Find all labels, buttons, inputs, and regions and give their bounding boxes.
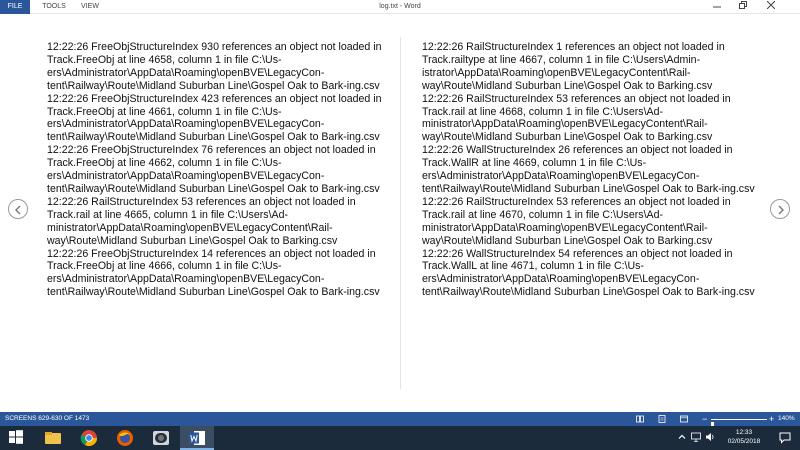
print-layout-icon[interactable] [658, 415, 666, 423]
log-entry: 12:22:26 FreeObjStructureIndex 14 refere… [47, 247, 380, 299]
left-column: 12:22:26 FreeObjStructureIndex 930 refer… [47, 41, 387, 299]
notification-icon [779, 432, 791, 444]
start-button[interactable] [0, 426, 34, 450]
chevron-left-icon [15, 205, 21, 215]
clock-time: 12:33 [735, 429, 753, 436]
previous-screen-button[interactable] [8, 199, 28, 219]
network-icon[interactable] [690, 432, 702, 444]
web-layout-icon[interactable] [680, 415, 688, 423]
windows-logo-icon [9, 430, 23, 444]
log-entry: 12:22:26 FreeObjStructureIndex 423 refer… [47, 92, 382, 144]
app-window-icon [153, 431, 169, 445]
zoom-in-button[interactable]: + [769, 412, 774, 426]
taskbar-file-explorer[interactable] [36, 426, 70, 450]
document-page: 12:22:26 FreeObjStructureIndex 930 refer… [0, 15, 800, 409]
log-entry: 12:22:26 RailStructureIndex 1 references… [422, 41, 725, 92]
volume-icon[interactable] [704, 432, 716, 444]
chrome-icon [80, 430, 98, 447]
next-screen-button[interactable] [770, 199, 790, 219]
taskbar-firefox[interactable] [108, 426, 142, 450]
taskbar-app-window[interactable] [144, 426, 178, 450]
log-entry: 12:22:26 RailStructureIndex 53 reference… [47, 195, 356, 247]
tab-tools[interactable]: TOOLS [40, 0, 68, 14]
clock-date: 02/05/2018 [727, 438, 761, 445]
taskbar-word[interactable] [180, 426, 214, 450]
file-explorer-icon [45, 432, 61, 444]
close-icon[interactable] [760, 0, 782, 14]
chevron-right-icon [778, 205, 784, 215]
screen-counter: SCREENS 629-630 OF 1473 [5, 415, 90, 422]
system-clock[interactable]: 12:33 02/05/2018 [719, 428, 769, 446]
word-icon [189, 431, 205, 445]
document-title: log.txt - Word [379, 3, 421, 10]
taskbar: 12:33 02/05/2018 [0, 426, 800, 450]
chevron-up-icon[interactable] [676, 432, 688, 444]
log-entry: 12:22:26 RailStructureIndex 53 reference… [422, 195, 731, 247]
tab-file[interactable]: FILE [0, 0, 30, 14]
right-column: 12:22:26 RailStructureIndex 1 references… [422, 41, 762, 299]
log-entry: 12:22:26 RailStructureIndex 53 reference… [422, 92, 731, 144]
read-mode-icon[interactable] [636, 415, 644, 423]
status-bar: SCREENS 629-630 OF 1473 − + 140% [0, 412, 800, 430]
title-bar: FILE TOOLS VIEW log.txt - Word [0, 0, 800, 14]
notification-center-button[interactable] [778, 431, 792, 445]
zoom-out-button[interactable]: − [702, 412, 707, 426]
taskbar-chrome[interactable] [72, 426, 106, 450]
minimize-icon[interactable] [706, 0, 728, 14]
log-entry: 12:22:26 FreeObjStructureIndex 76 refere… [47, 144, 380, 195]
zoom-slider[interactable] [711, 419, 767, 430]
tab-view[interactable]: VIEW [78, 0, 102, 14]
log-entry: 12:22:26 WallStructureIndex 54 reference… [422, 247, 755, 299]
column-divider [400, 37, 401, 389]
log-entry: 12:22:26 FreeObjStructureIndex 930 refer… [47, 41, 382, 92]
restore-icon[interactable] [732, 0, 754, 14]
firefox-icon [117, 430, 133, 446]
zoom-level[interactable]: 140% [778, 412, 795, 426]
log-entry: 12:22:26 WallStructureIndex 26 reference… [422, 144, 755, 195]
